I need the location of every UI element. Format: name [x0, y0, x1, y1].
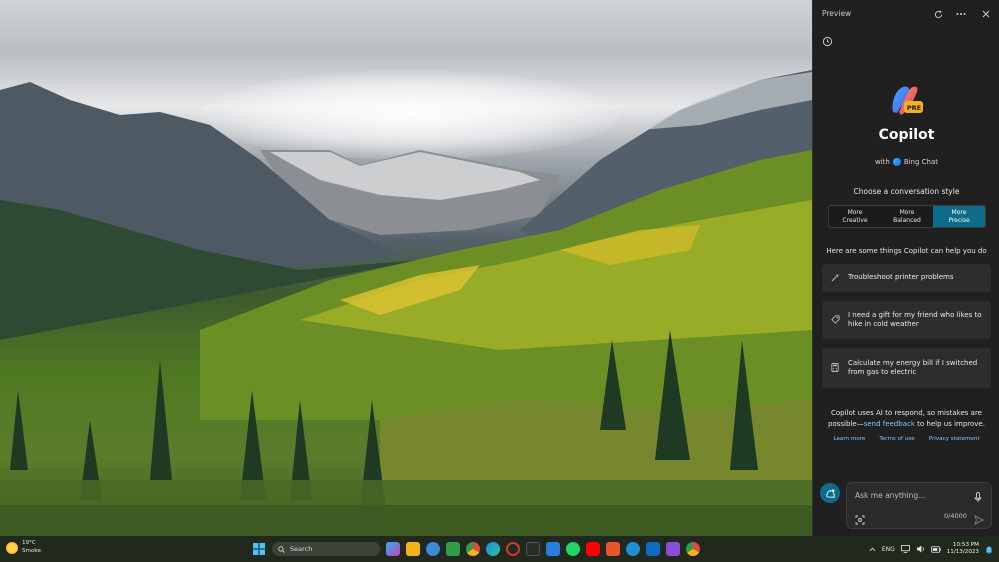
new-topic-button[interactable] [820, 483, 840, 503]
input-language[interactable]: ENG [882, 546, 895, 553]
windows-start-icon[interactable] [252, 542, 266, 556]
clock-time: 10:53 PM [952, 541, 979, 548]
microphone-icon[interactable] [974, 488, 984, 502]
brand-title: Copilot [878, 127, 935, 143]
weather-widget[interactable]: 19°C Smoke [6, 540, 41, 555]
desktop-wallpaper [0, 0, 812, 536]
chat-composer: 0/4000 [846, 482, 992, 529]
with-product: Bing Chat [903, 158, 939, 166]
weather-temperature: 19°C [22, 540, 36, 546]
file-explorer-icon[interactable] [406, 542, 420, 556]
taskbar: 19°C Smoke Search ENG 10:53 PM 11/13/202… [0, 536, 999, 562]
opera-icon[interactable] [506, 542, 520, 556]
suggestion-card[interactable]: Calculate my energy bill if I switched f… [822, 348, 991, 388]
disclaimer-text-end: to help us improve. [914, 419, 985, 428]
history-icon[interactable] [822, 32, 836, 47]
taskbar-apps: Search [252, 539, 700, 559]
tag-icon [830, 314, 840, 326]
app-icon[interactable] [426, 542, 440, 556]
taskbar-search[interactable]: Search [272, 542, 380, 556]
style-balanced-button[interactable]: More Balanced [881, 206, 933, 227]
chrome-icon[interactable] [466, 542, 480, 556]
learn-more-link[interactable]: Learn more [833, 436, 865, 442]
visual-studio-icon[interactable] [666, 542, 680, 556]
suggestion-text: I need a gift for my friend who likes to… [848, 310, 982, 329]
copilot-taskbar-icon[interactable] [386, 542, 400, 556]
conversation-style-selector: More Creative More Balanced More Precise [828, 205, 986, 228]
weather-condition: Smoke [22, 547, 41, 554]
chevron-up-icon[interactable] [869, 547, 876, 552]
copilot-panel: Preview PRE Copilot with Bing Chat Choos… [812, 0, 999, 536]
taskbar-clock[interactable]: 10:53 PM 11/13/2023 [947, 542, 979, 557]
skype-icon[interactable] [626, 542, 640, 556]
outlook-icon[interactable] [646, 542, 660, 556]
close-icon[interactable] [978, 6, 994, 22]
refresh-icon[interactable] [930, 6, 946, 22]
calculator-icon [830, 362, 840, 374]
mountains [0, 70, 812, 536]
send-icon[interactable] [974, 510, 986, 525]
preview-badge: PRE [906, 104, 922, 112]
search-icon [278, 545, 285, 553]
sun-haze-icon [6, 541, 18, 554]
todo-icon[interactable] [546, 542, 560, 556]
whatsapp-icon[interactable] [566, 542, 580, 556]
terms-of-use-link[interactable]: Terms of use [879, 436, 914, 442]
suggestion-card[interactable]: Troubleshoot printer problems [822, 264, 991, 292]
style-creative-button[interactable]: More Creative [829, 206, 881, 227]
edge-icon[interactable] [486, 542, 500, 556]
with-prefix: with [874, 158, 890, 166]
terminal-icon[interactable] [526, 542, 540, 556]
system-tray: ENG 10:53 PM 11/13/2023 [869, 536, 999, 562]
add-image-icon[interactable] [855, 510, 867, 525]
help-heading: Here are some things Copilot can help yo… [826, 247, 987, 255]
ai-disclaimer: Copilot uses AI to respond, so mistakes … [823, 408, 990, 429]
copilot-logo: PRE [887, 82, 925, 120]
suggestion-text: Calculate my energy bill if I switched f… [848, 358, 978, 377]
bing-icon [892, 158, 901, 166]
chat-broom-icon [825, 488, 835, 498]
character-counter: 0/4000 [944, 512, 967, 520]
more-icon[interactable] [953, 6, 969, 22]
notification-bell-icon[interactable] [985, 545, 993, 554]
chrome-canary-icon[interactable] [686, 542, 700, 556]
footer-links: Learn more Terms of use Privacy statemen… [813, 436, 999, 442]
clock-date: 11/13/2023 [946, 549, 979, 555]
suggestion-card[interactable]: I need a gift for my friend who likes to… [822, 301, 991, 339]
panel-title: Preview [822, 9, 852, 18]
send-feedback-link[interactable]: send feedback [864, 420, 915, 428]
battery-icon[interactable] [930, 545, 941, 553]
with-bing-chat: with Bing Chat [813, 158, 999, 166]
style-precise-button[interactable]: More Precise [933, 206, 985, 227]
privacy-statement-link[interactable]: Privacy statement [929, 436, 980, 442]
app-icon[interactable] [606, 542, 620, 556]
volume-icon[interactable] [916, 545, 925, 553]
network-icon[interactable] [900, 545, 910, 553]
suggestion-text: Troubleshoot printer problems [848, 273, 954, 282]
spreadsheet-app-icon[interactable] [446, 542, 460, 556]
search-label: Search [290, 545, 313, 553]
wand-icon [830, 273, 840, 284]
youtube-icon[interactable] [586, 542, 600, 556]
conversation-style-label: Choose a conversation style [853, 187, 960, 196]
chat-input[interactable] [855, 488, 965, 502]
